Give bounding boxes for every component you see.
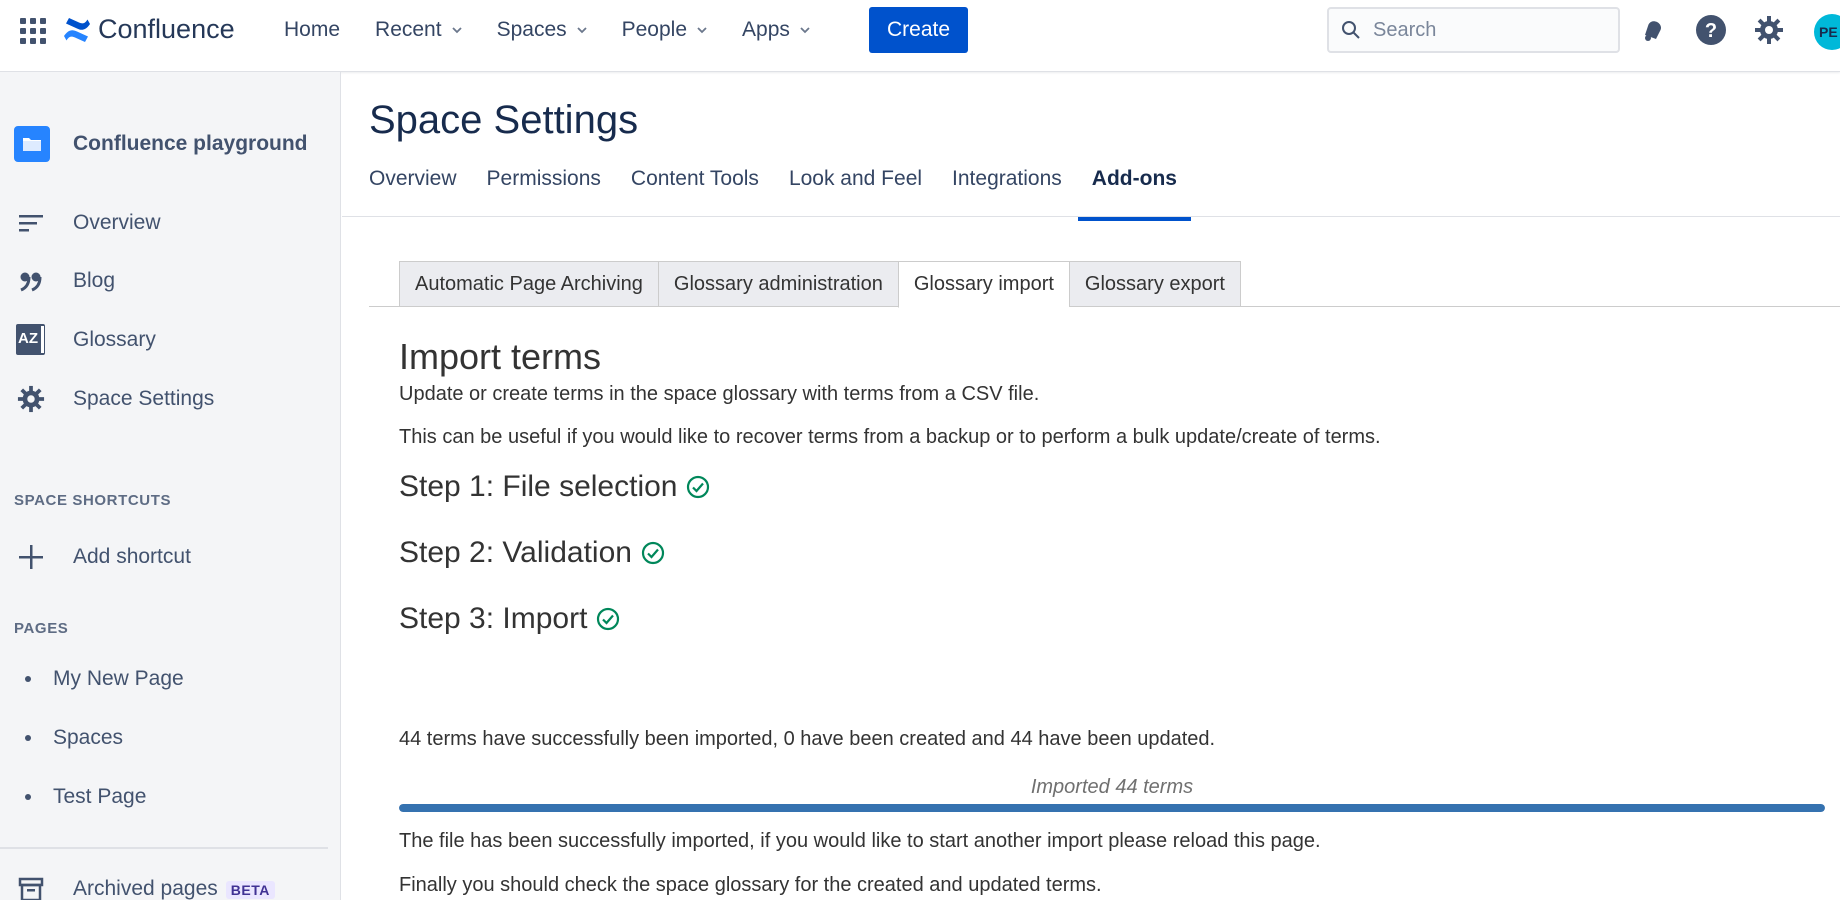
tab-add-ons[interactable]: Add-ons	[1077, 167, 1192, 221]
page-link-test-page[interactable]: Test Page	[25, 785, 146, 809]
chevron-down-icon	[800, 27, 810, 34]
nav-recent[interactable]: Recent	[375, 18, 462, 42]
addon-tab-glossary-administration[interactable]: Glossary administration	[657, 261, 898, 307]
nav-spaces[interactable]: Spaces	[497, 18, 587, 42]
import-progress-fill	[399, 804, 1825, 812]
check-glossary-message: Finally you should check the space gloss…	[399, 874, 1102, 896]
step-file-selection: Step 1: File selection	[399, 470, 710, 504]
import-result: 44 terms have successfully been imported…	[399, 728, 1216, 750]
step-label: Step 1: File selection	[399, 470, 678, 503]
search-icon	[1342, 21, 1360, 39]
notifications-bell-icon[interactable]	[1637, 14, 1669, 46]
step-label: Step 3: Import	[399, 602, 588, 635]
app-switcher-icon[interactable]	[20, 18, 46, 44]
confluence-logo[interactable]: Confluence	[62, 14, 235, 45]
import-progress-bar	[399, 804, 1825, 812]
confluence-logo-icon	[64, 17, 90, 42]
az-glossary-icon: AZ	[14, 323, 48, 357]
progress-label: Imported 44 terms	[1030, 776, 1194, 798]
page-link-label: Test Page	[53, 785, 147, 808]
nav-home-label: Home	[284, 18, 341, 41]
sidebar-item-blog[interactable]: Blog	[14, 264, 115, 298]
plus-icon	[14, 540, 48, 574]
pages-heading: PAGES	[14, 620, 69, 637]
tab-permissions[interactable]: Permissions	[487, 167, 601, 217]
page-title: Space Settings	[369, 98, 639, 142]
nav-recent-label: Recent	[375, 18, 442, 41]
sidebar-item-label: Overview	[73, 211, 161, 234]
step-validation: Step 2: Validation	[399, 536, 665, 570]
check-circle-icon	[687, 475, 710, 499]
nav-apps-label: Apps	[742, 18, 790, 41]
nav-apps[interactable]: Apps	[742, 18, 810, 42]
chevron-down-icon	[697, 27, 707, 34]
space-sidebar: Confluence playground Overview Blog AZ G…	[0, 72, 341, 900]
sidebar-item-archived-pages[interactable]: Archived pages BETA	[14, 872, 275, 900]
page-link-spaces[interactable]: Spaces	[25, 726, 123, 750]
nav-people-label: People	[621, 18, 688, 41]
user-avatar[interactable]: PE	[1814, 14, 1840, 50]
space-shortcuts-heading: SPACE SHORTCUTS	[14, 492, 172, 509]
search-box[interactable]	[1327, 7, 1620, 53]
sidebar-item-label: Space Settings	[73, 387, 215, 410]
tab-overview[interactable]: Overview	[369, 167, 457, 217]
import-usage-note: This can be useful if you would like to …	[399, 426, 1381, 448]
top-navigation: Confluence Home Recent Spaces People App…	[0, 0, 1840, 72]
bullet-icon	[25, 676, 31, 682]
archived-pages-label: Archived pages	[73, 877, 218, 900]
addon-tabs-bar: Automatic Page Archiving Glossary admini…	[369, 261, 1840, 308]
page-link-label: Spaces	[53, 726, 124, 749]
add-shortcut-button[interactable]: Add shortcut	[14, 540, 191, 574]
addon-tab-glossary-export[interactable]: Glossary export	[1068, 261, 1241, 307]
sidebar-item-glossary[interactable]: AZ Glossary	[14, 323, 156, 357]
tab-content-tools[interactable]: Content Tools	[631, 167, 759, 217]
chevron-down-icon	[576, 27, 587, 34]
import-description: Update or create terms in the space glos…	[399, 383, 1040, 405]
primary-nav: Home Recent Spaces People Apps	[284, 0, 845, 60]
bullet-icon	[25, 735, 31, 741]
help-icon[interactable]: ?	[1695, 14, 1727, 46]
tabs-divider	[342, 216, 1840, 217]
add-shortcut-label: Add shortcut	[73, 545, 191, 568]
sidebar-item-label: Blog	[73, 269, 116, 292]
svg-text:?: ?	[1705, 20, 1717, 42]
gear-icon	[14, 382, 48, 416]
space-folder-icon	[14, 126, 50, 162]
tab-integrations[interactable]: Integrations	[952, 167, 1062, 217]
addon-tab-glossary-import[interactable]: Glossary import	[897, 261, 1069, 308]
quote-icon	[14, 264, 48, 298]
main-content: Space Settings Overview Permissions Cont…	[342, 72, 1840, 900]
bullet-icon	[25, 794, 31, 800]
step-label: Step 2: Validation	[399, 536, 632, 569]
nav-home[interactable]: Home	[284, 18, 340, 42]
settings-gear-icon[interactable]	[1753, 14, 1785, 46]
svg-text:AZ: AZ	[18, 330, 38, 347]
sidebar-item-label: Glossary	[73, 328, 156, 351]
logo-text: Confluence	[98, 14, 235, 44]
nav-people[interactable]: People	[622, 18, 707, 42]
archive-box-icon	[14, 872, 48, 900]
space-name: Confluence playground	[73, 132, 308, 155]
beta-badge: BETA	[225, 881, 275, 899]
step-import: Step 3: Import	[399, 602, 620, 636]
page-link-my-new-page[interactable]: My New Page	[25, 667, 184, 691]
tab-look-and-feel[interactable]: Look and Feel	[789, 167, 922, 217]
chevron-down-icon	[451, 27, 462, 34]
addon-tab-automatic-page-archiving[interactable]: Automatic Page Archiving	[399, 261, 658, 307]
import-complete-message: The file has been successfully imported,…	[399, 830, 1321, 852]
overview-lines-icon	[14, 206, 48, 240]
import-heading: Import terms	[399, 336, 602, 377]
sidebar-divider	[0, 847, 328, 849]
search-input[interactable]	[1373, 18, 1593, 42]
nav-spaces-label: Spaces	[496, 18, 567, 41]
sidebar-item-space-settings[interactable]: Space Settings	[14, 382, 214, 416]
create-button[interactable]: Create	[869, 7, 968, 53]
settings-tabs: Overview Permissions Content Tools Look …	[369, 167, 1207, 221]
page-link-label: My New Page	[53, 667, 184, 690]
check-circle-icon	[641, 541, 665, 565]
sidebar-item-overview[interactable]: Overview	[14, 206, 161, 240]
check-circle-icon	[597, 607, 620, 631]
space-header[interactable]: Confluence playground	[14, 126, 308, 162]
